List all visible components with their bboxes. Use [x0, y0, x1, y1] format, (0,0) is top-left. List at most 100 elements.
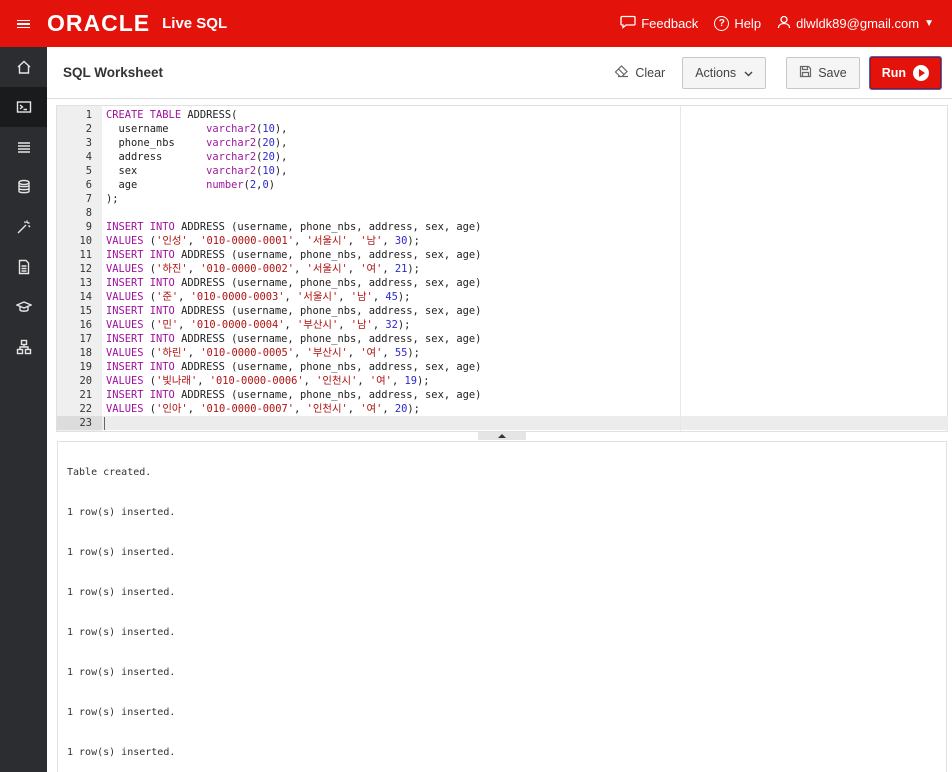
- code-token: ,: [382, 347, 395, 359]
- floppy-disk-icon: [799, 65, 812, 81]
- code-token: (: [143, 235, 157, 247]
- code-token: ,: [382, 403, 395, 415]
- code-token: ,: [372, 319, 386, 331]
- result-message: 1 row(s) inserted.: [67, 587, 176, 598]
- list-icon[interactable]: [0, 127, 47, 167]
- sql-editor[interactable]: 1 2 3 4 5 6 7 8 9 10 11 12 13 14 15 16 17 18 19 20 21 22 23 CR…: [56, 105, 948, 432]
- code-token: '서울시': [297, 291, 339, 303]
- save-button[interactable]: Save: [786, 56, 860, 89]
- code-line: VALUES ('인성', '010-0000-0001', '서울시', '남…: [106, 234, 420, 248]
- code-token: ),: [274, 137, 288, 149]
- line-number: 19: [79, 361, 92, 373]
- line-number: 22: [79, 403, 92, 415]
- code-token: '남': [350, 319, 373, 331]
- question-icon: ?: [714, 16, 730, 31]
- code-token: '010-0000-0007': [200, 403, 295, 415]
- code-token: ,: [338, 319, 351, 331]
- actions-button[interactable]: Actions: [682, 56, 767, 89]
- result-message: 1 row(s) inserted.: [67, 667, 176, 678]
- code-token: number: [206, 179, 244, 191]
- code-line: INSERT INTO ADDRESS (username, phone_nbs…: [106, 360, 481, 374]
- code-token: '부산시': [306, 347, 348, 359]
- user-menu[interactable]: dlwldk89@gmail.com ▼: [777, 15, 934, 32]
- pane-splitter-handle[interactable]: [478, 432, 526, 440]
- code-token: (: [143, 263, 157, 275]
- result-message: 1 row(s) inserted.: [67, 707, 176, 718]
- code-token: ,: [294, 235, 307, 247]
- product-name[interactable]: Live SQL: [162, 15, 227, 32]
- code-line: age number(2,0): [106, 178, 275, 192]
- code-token: 10: [262, 165, 275, 177]
- code-token: INSERT INTO: [106, 389, 175, 401]
- code-token: ADDRESS (username, phone_nbs, address, s…: [174, 389, 482, 401]
- help-label: Help: [734, 16, 762, 31]
- home-icon[interactable]: [0, 47, 47, 87]
- code-token: 55: [394, 347, 408, 359]
- menu-icon[interactable]: [0, 0, 47, 47]
- code-token: 20: [394, 403, 408, 415]
- magic-wand-icon[interactable]: [0, 207, 47, 247]
- code-token: ,: [294, 403, 307, 415]
- code-token: (: [143, 291, 157, 303]
- code-token: ),: [274, 151, 288, 163]
- code-token: 19: [404, 375, 417, 387]
- code-line: VALUES ('하린', '010-0000-0005', '부산시', '여…: [106, 346, 420, 360]
- oracle-logo[interactable]: ORACLE: [47, 10, 150, 37]
- line-number: 10: [79, 235, 92, 247]
- code-line: INSERT INTO ADDRESS (username, phone_nbs…: [106, 304, 481, 318]
- code-token: ,: [187, 347, 201, 359]
- line-number: 6: [85, 179, 92, 191]
- code-line: VALUES ('인아', '010-0000-0007', '인천시', '여…: [106, 402, 420, 416]
- hierarchy-icon[interactable]: [0, 327, 47, 367]
- code-token: INSERT INTO: [106, 305, 175, 317]
- result-message: 1 row(s) inserted.: [67, 547, 176, 558]
- code-token: INSERT INTO: [106, 221, 175, 233]
- result-message: 1 row(s) inserted.: [67, 747, 176, 758]
- code-line: address varchar2(20),: [106, 150, 288, 164]
- code-token: '서울시': [306, 263, 348, 275]
- clear-button[interactable]: Clear: [607, 57, 672, 89]
- code-line: INSERT INTO ADDRESS (username, phone_nbs…: [106, 388, 481, 402]
- feedback-link[interactable]: Feedback: [620, 15, 698, 32]
- code-token: '준': [156, 291, 179, 303]
- line-number: 18: [79, 347, 92, 359]
- code-token: INSERT INTO: [106, 277, 175, 289]
- code-token: VALUES: [106, 403, 144, 415]
- code-token: 45: [385, 291, 398, 303]
- code-token: ,: [294, 347, 307, 359]
- code-area[interactable]: CREATE TABLE ADDRESS( username varchar2(…: [102, 106, 948, 431]
- code-token: ,: [347, 403, 361, 415]
- code-token: '민': [156, 319, 179, 331]
- save-label: Save: [818, 65, 847, 80]
- code-token: '남': [350, 291, 373, 303]
- document-icon[interactable]: [0, 247, 47, 287]
- eraser-icon: [614, 64, 629, 81]
- code-token: ),: [274, 123, 288, 135]
- code-line: VALUES ('하진', '010-0000-0002', '서울시', '여…: [106, 262, 420, 276]
- sql-worksheet-icon[interactable]: [0, 87, 47, 127]
- line-number: 21: [79, 389, 92, 401]
- code-token: '여': [360, 347, 383, 359]
- code-token: '010-0000-0006': [209, 375, 304, 387]
- line-number: 15: [79, 305, 92, 317]
- result-message: 1 row(s) inserted.: [67, 507, 176, 518]
- code-token: (: [143, 375, 157, 387]
- code-token: sex: [106, 165, 207, 177]
- database-icon[interactable]: [0, 167, 47, 207]
- code-token: 30: [394, 235, 408, 247]
- code-token: '010-0000-0001': [200, 235, 295, 247]
- code-token: ,: [178, 319, 191, 331]
- user-icon: [777, 15, 791, 32]
- code-token: VALUES: [106, 375, 144, 387]
- run-button[interactable]: Run: [869, 56, 941, 89]
- graduation-cap-icon[interactable]: [0, 287, 47, 327]
- code-token: (: [143, 319, 157, 331]
- code-line: INSERT INTO ADDRESS (username, phone_nbs…: [106, 276, 481, 290]
- line-number: 14: [79, 291, 92, 303]
- code-token: '010-0000-0004': [190, 319, 285, 331]
- code-line: );: [106, 192, 119, 206]
- code-token: ,: [347, 347, 361, 359]
- code-token: );: [407, 347, 420, 359]
- help-link[interactable]: ? Help: [714, 16, 761, 31]
- line-number: 13: [79, 277, 92, 289]
